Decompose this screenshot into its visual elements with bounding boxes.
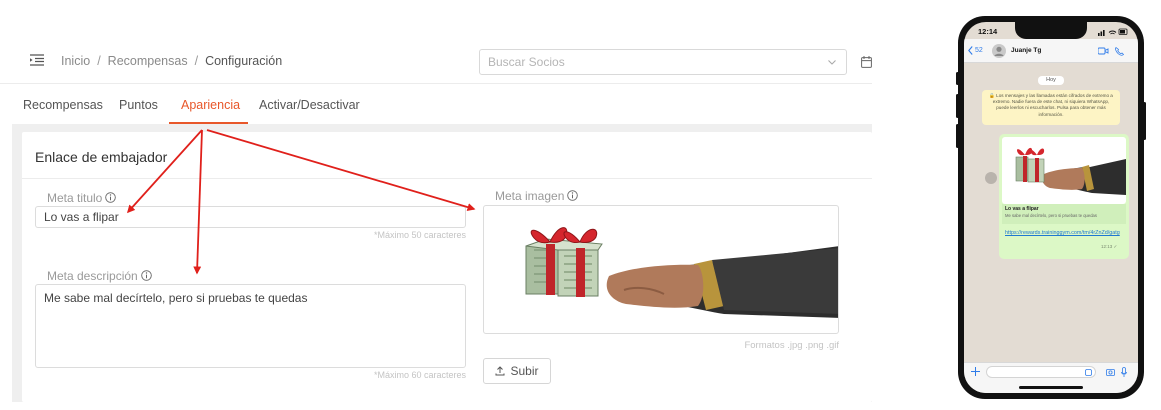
meta-title-label-text: Meta titulo	[47, 191, 103, 205]
tab-activar-desactivar[interactable]: Activar/Desactivar	[259, 98, 360, 112]
forward-icon[interactable]	[985, 172, 997, 184]
config-tabs: Recompensas Puntos Apariencia Activar/De…	[0, 90, 872, 124]
message-input[interactable]	[986, 366, 1096, 378]
status-time: 12:14	[978, 27, 998, 36]
tab-puntos[interactable]: Puntos	[119, 98, 158, 112]
contact-name[interactable]: Juanje Tg	[1011, 47, 1041, 54]
tab-recompensas[interactable]: Recompensas	[23, 98, 103, 112]
info-icon[interactable]	[567, 190, 579, 201]
call-icons[interactable]	[1098, 46, 1128, 56]
back-count[interactable]: 52	[975, 47, 983, 54]
upload-label: Subir	[510, 364, 539, 378]
info-icon[interactable]	[105, 192, 117, 203]
back-chevron-icon[interactable]	[968, 46, 973, 55]
search-input[interactable]	[488, 50, 818, 74]
meta-title-label: Meta titulo	[47, 191, 117, 205]
info-icon[interactable]	[140, 270, 152, 281]
link-preview-image[interactable]	[1002, 137, 1126, 204]
encryption-notice[interactable]: 🔒 Los mensajes y las llamadas están cifr…	[982, 90, 1120, 125]
preview-title: Lo vas a flipar	[1005, 206, 1039, 212]
divider	[22, 178, 872, 179]
breadcrumb-separator: /	[97, 54, 101, 68]
breadcrumb-recompensas[interactable]: Recompensas	[108, 54, 188, 68]
admin-app: Inicio / Recompensas / Configuración Recompe…	[0, 0, 872, 410]
message-time: 12:13 ✓	[1101, 244, 1118, 249]
search-socios[interactable]	[479, 49, 847, 75]
meta-description-label: Meta descripción	[47, 269, 152, 283]
calendar-icon[interactable]	[861, 56, 872, 68]
ambassador-link[interactable]: https://rewards.traininggym.com/tm/4rZnZ…	[1005, 230, 1120, 237]
meta-description-textarea[interactable]: Me sabe mal decírtelo, pero si pruebas t…	[35, 284, 466, 368]
upload-button[interactable]: Subir	[483, 358, 551, 384]
meta-image-label: Meta imagen	[495, 189, 579, 203]
chevron-down-icon[interactable]	[827, 57, 837, 67]
chat-header: 52 Juanje Tg	[964, 39, 1138, 63]
breadcrumb-configuracion: Configuración	[205, 54, 283, 68]
breadcrumb-inicio[interactable]: Inicio	[61, 54, 90, 68]
breadcrumb: Inicio / Recompensas / Configuración	[61, 54, 282, 68]
gift-hand-thumbnail	[1015, 147, 1126, 195]
meta-description-label-text: Meta descripción	[47, 269, 138, 283]
plus-icon[interactable]	[971, 367, 980, 376]
image-formats-hint: Formatos .jpg .png .gif	[744, 340, 839, 351]
gift-hand-image	[525, 227, 838, 318]
whatsapp-screen: 12:14 52 Juanje Tg Hoy 🔒 Los mensajes y …	[964, 22, 1138, 393]
camera-icon[interactable]	[1106, 368, 1115, 376]
contact-avatar[interactable]	[992, 44, 1006, 58]
menu-collapse-icon[interactable]	[30, 54, 44, 66]
preview-description: Me sabe mal decírtelo, pero si pruebas t…	[1005, 213, 1097, 218]
message-input-bar	[964, 362, 1138, 393]
meta-title-input[interactable]: Lo vas a flipar	[35, 206, 466, 228]
tab-apariencia[interactable]: Apariencia	[181, 98, 240, 112]
phone-notch	[1015, 22, 1087, 39]
upload-icon	[495, 366, 505, 376]
meta-title-hint: *Máximo 50 caracteres	[373, 230, 466, 240]
status-icons	[1098, 28, 1128, 36]
home-indicator	[1019, 386, 1083, 389]
link-preview[interactable]: Lo vas a flipar Me sabe mal decírtelo, p…	[1002, 204, 1126, 224]
meta-description-hint: *Máximo 60 caracteres	[373, 370, 466, 380]
sticker-icon[interactable]	[1085, 369, 1092, 376]
breadcrumb-separator: /	[194, 54, 199, 68]
date-pill: Hoy	[1038, 76, 1064, 85]
top-bar: Inicio / Recompensas / Configuración	[0, 40, 872, 84]
phone-mockup: 12:14 52 Juanje Tg Hoy 🔒 Los mensajes y …	[956, 16, 1146, 399]
ambassador-link-card: Enlace de embajador Meta titulo Lo vas a…	[22, 132, 872, 402]
microphone-icon[interactable]	[1121, 367, 1127, 377]
meta-image-label-text: Meta imagen	[495, 189, 565, 203]
message-bubble[interactable]: Lo vas a flipar Me sabe mal decírtelo, p…	[999, 134, 1129, 259]
meta-image-dropzone[interactable]	[483, 205, 839, 334]
card-title: Enlace de embajador	[35, 149, 168, 165]
